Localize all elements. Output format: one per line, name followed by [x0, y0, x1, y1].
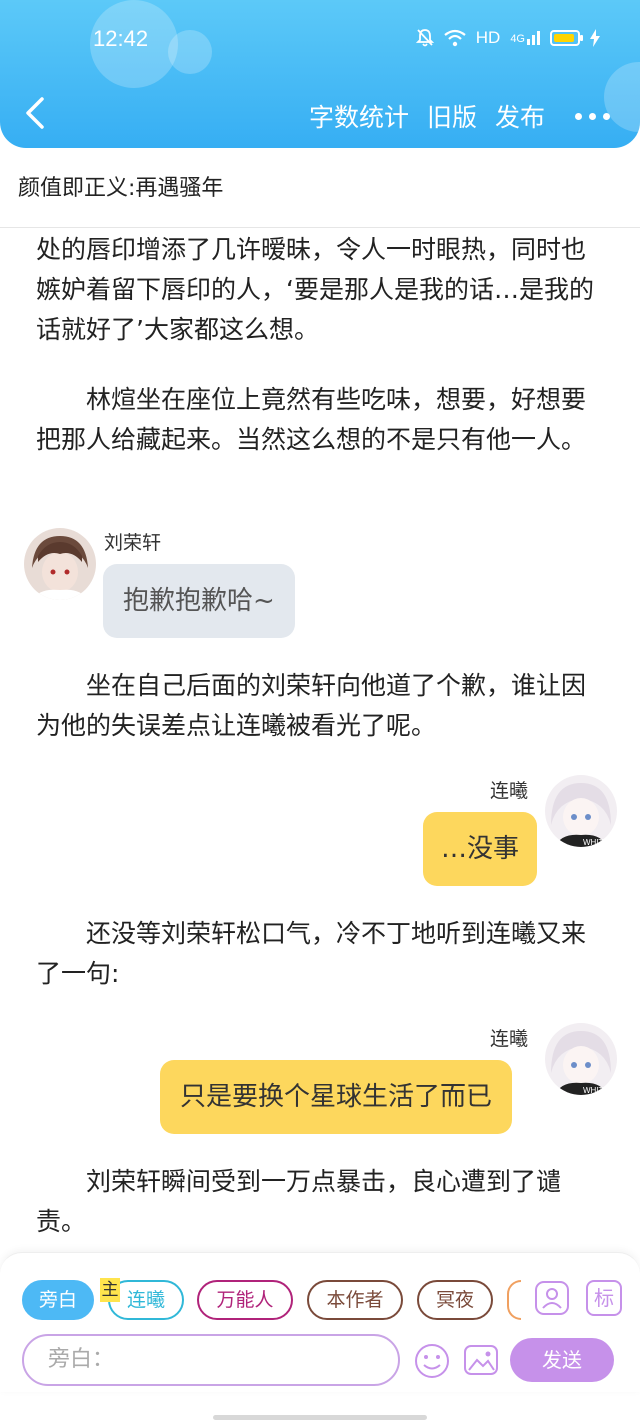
header-actions: 字数统计 旧版 发布	[309, 98, 610, 134]
main-role-badge: 主	[100, 1278, 120, 1302]
more-options-icon[interactable]	[575, 112, 610, 120]
avatar-lian-xi[interactable]: WHIT	[545, 775, 617, 847]
role-chip-wanneng[interactable]: 万能人	[197, 1280, 293, 1320]
app-header: 12:42 HD 4G 字数统计 旧版 发布	[0, 0, 640, 148]
story-title-bar: 颜值即正义:再遇骚年	[0, 148, 640, 228]
chat-bubble: 只是要换个星球生活了而已	[160, 1060, 513, 1134]
svg-text:WHIT: WHIT	[583, 838, 604, 847]
speaker-name: 连曦	[490, 1028, 529, 1050]
role-chip-narrator[interactable]: 旁白	[22, 1280, 94, 1320]
role-chip-author[interactable]: 本作者	[307, 1280, 403, 1320]
narration-paragraph: 还没等刘荣轩松口气，冷不丁地听到连曦又来了一句:	[36, 919, 587, 988]
avatar-liu-rongxuan[interactable]	[24, 528, 96, 600]
avatar-image	[24, 528, 96, 600]
svg-text:WHIT: WHIT	[583, 1086, 604, 1095]
publish-button[interactable]: 发布	[495, 98, 545, 134]
chat-bubble: 抱歉抱歉哈~	[103, 564, 295, 638]
mute-bell-icon	[415, 29, 434, 47]
send-button[interactable]: 发送	[510, 1338, 614, 1382]
avatar-lian-xi[interactable]: WHIT	[545, 1023, 617, 1095]
role-manage-icon[interactable]	[534, 1280, 570, 1316]
word-count-button[interactable]: 字数统计	[309, 98, 409, 134]
avatar-image: WHIT	[545, 775, 617, 847]
narration-paragraph: 坐在自己后面的刘荣轩向他道了个歉，谁让因为他的失误差点让连曦被看光了呢。	[36, 671, 587, 740]
status-bar: 12:42 HD 4G	[0, 22, 640, 58]
speaker-name: 刘荣轩	[104, 532, 162, 554]
charging-icon	[590, 29, 600, 47]
hd-label: HD	[475, 28, 501, 47]
home-indicator[interactable]	[213, 1415, 427, 1420]
wifi-icon	[444, 29, 466, 47]
narration-paragraph: 处的唇印增添了几许暧昧，令人一时眼热，同时也嫉妒着留下唇印的人，‘要是那人是我的…	[36, 235, 594, 344]
status-icons: HD 4G	[415, 28, 600, 48]
speaker-name: 连曦	[490, 780, 529, 802]
emoji-icon[interactable]	[413, 1342, 451, 1380]
signal-label: 4G	[510, 33, 525, 45]
role-chip-partial[interactable]	[507, 1280, 521, 1320]
role-chip-mingye[interactable]: 冥夜	[417, 1280, 493, 1320]
chat-bubble: …没事	[423, 812, 537, 886]
back-arrow-icon[interactable]	[22, 96, 48, 130]
narration-paragraph: 林煊坐在座位上竟然有些吃味，想要，好想要把那人给藏起来。当然这么想的不是只有他一…	[36, 385, 587, 454]
status-time: 12:42	[93, 26, 149, 51]
narration-paragraph: 刘荣轩瞬间受到一万点暴击，良心遭到了谴责。	[36, 1167, 562, 1236]
signal-icon: 4G	[510, 31, 540, 45]
message-input[interactable]: 旁白：	[22, 1334, 400, 1386]
old-version-button[interactable]: 旧版	[427, 98, 477, 134]
avatar-image: WHIT	[545, 1023, 617, 1095]
story-title: 颜值即正义:再遇骚年	[18, 176, 224, 201]
battery-icon	[550, 30, 583, 46]
image-icon[interactable]	[463, 1342, 499, 1378]
tag-icon[interactable]: 标	[586, 1280, 622, 1316]
